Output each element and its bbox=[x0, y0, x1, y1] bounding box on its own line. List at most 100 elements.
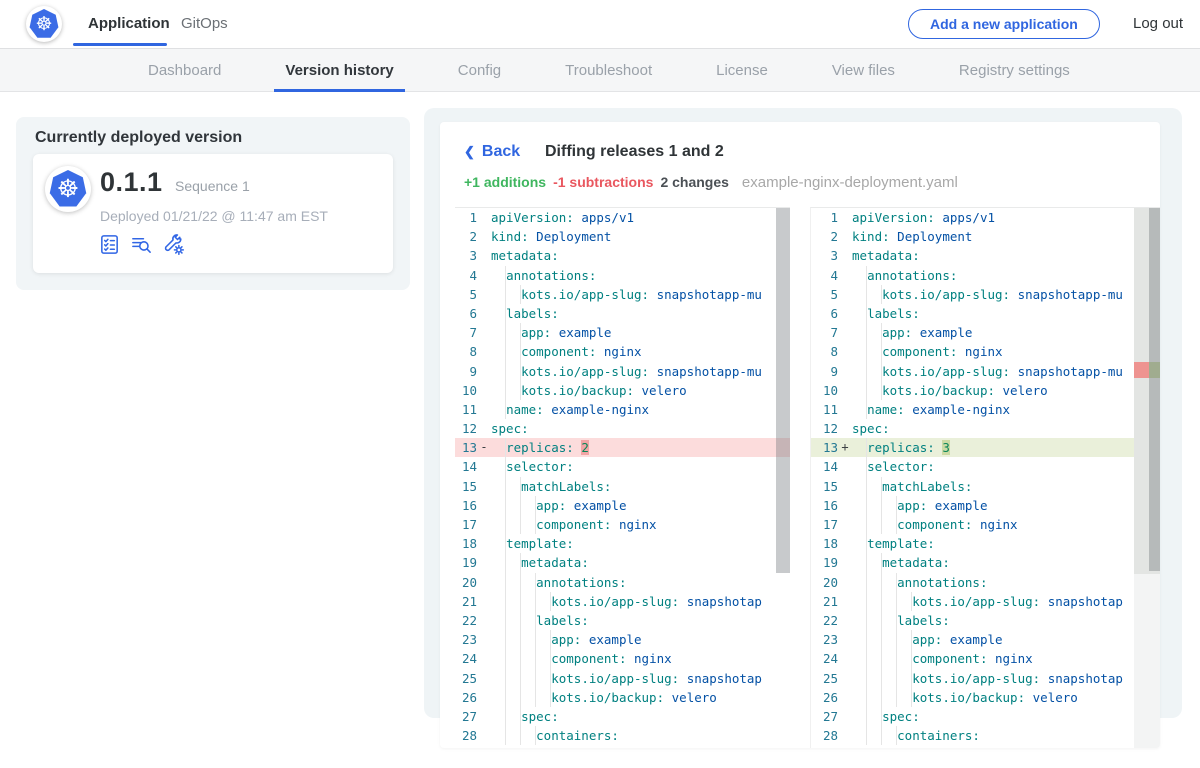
code-line: 25 kots.io/app-slug: snapshotap bbox=[811, 669, 1134, 688]
code-line: 24 component: nginx bbox=[455, 649, 790, 668]
code-line: 22 labels: bbox=[455, 611, 790, 630]
diff-marker bbox=[838, 726, 852, 745]
line-number: 14 bbox=[811, 457, 838, 476]
line-number: 26 bbox=[455, 688, 477, 707]
indent-guide bbox=[505, 496, 506, 515]
indent-guide bbox=[520, 592, 521, 611]
code-line: 21 kots.io/app-slug: snapshotap bbox=[455, 592, 790, 611]
indent-guide bbox=[881, 573, 882, 592]
edit-config-icon[interactable] bbox=[162, 233, 185, 256]
line-number: 18 bbox=[811, 534, 838, 553]
app-subnav: Dashboard Version history Config Trouble… bbox=[0, 48, 1200, 92]
code-text: matchLabels: bbox=[852, 477, 1134, 496]
line-number: 2 bbox=[455, 227, 477, 246]
back-button[interactable]: ❮ Back bbox=[464, 143, 520, 161]
indent-guide bbox=[520, 496, 521, 515]
indent-guide bbox=[535, 688, 536, 707]
code-line: 13+ replicas: 3 bbox=[811, 438, 1134, 457]
code-text: metadata: bbox=[852, 246, 1134, 265]
diff-pane-new[interactable]: 1apiVersion: apps/v12kind: Deployment3me… bbox=[810, 207, 1160, 748]
code-text: spec: bbox=[491, 419, 790, 438]
diff-marker bbox=[477, 362, 491, 381]
code-line: 12spec: bbox=[811, 419, 1134, 438]
code-text: kots.io/app-slug: snapshotap bbox=[491, 669, 790, 688]
code-line: 5 kots.io/app-slug: snapshotapp-mu bbox=[811, 285, 1134, 304]
diff-pane-old[interactable]: 1apiVersion: apps/v12kind: Deployment3me… bbox=[455, 207, 790, 748]
code-text: apiVersion: apps/v1 bbox=[491, 208, 790, 227]
nav-tab-application[interactable]: Application bbox=[88, 0, 170, 48]
nav-tab-gitops[interactable]: GitOps bbox=[181, 0, 228, 48]
indent-guide bbox=[505, 688, 506, 707]
code-line: 18 template: bbox=[455, 534, 790, 553]
line-number: 7 bbox=[811, 323, 838, 342]
subtractions-count: -1 subtractions bbox=[553, 174, 653, 190]
scrollbar-thumb[interactable] bbox=[1149, 208, 1160, 571]
indent-guide bbox=[881, 669, 882, 688]
line-number: 1 bbox=[455, 208, 477, 227]
code-line: 16 app: example bbox=[455, 496, 790, 515]
code-line: 12spec: bbox=[455, 419, 790, 438]
indent-guide bbox=[911, 669, 912, 688]
line-number: 28 bbox=[811, 726, 838, 745]
diff-title: Diffing releases 1 and 2 bbox=[545, 143, 724, 161]
indent-guide bbox=[535, 649, 536, 668]
subnav-tab-view-files[interactable]: View files bbox=[832, 49, 895, 92]
view-logs-icon[interactable] bbox=[130, 233, 153, 256]
subnav-tab-troubleshoot[interactable]: Troubleshoot bbox=[565, 49, 652, 92]
diff-marker bbox=[838, 669, 852, 688]
version-label: 0.1.1 bbox=[100, 167, 163, 198]
diff-marker bbox=[838, 266, 852, 285]
indent-guide bbox=[535, 630, 536, 649]
add-application-button[interactable]: Add a new application bbox=[908, 9, 1100, 39]
code-text: labels: bbox=[491, 304, 790, 323]
code-text: annotations: bbox=[491, 266, 790, 285]
subnav-tab-version-history[interactable]: Version history bbox=[285, 49, 393, 92]
indent-guide bbox=[505, 573, 506, 592]
subnav-tab-dashboard[interactable]: Dashboard bbox=[148, 49, 221, 92]
code-line: 17 component: nginx bbox=[811, 515, 1134, 534]
code-line: 5 kots.io/app-slug: snapshotapp-mu bbox=[455, 285, 790, 304]
code-text: labels: bbox=[491, 611, 790, 630]
subnav-tab-license[interactable]: License bbox=[716, 49, 768, 92]
diff-marker bbox=[838, 246, 852, 265]
subnav-tab-registry-settings[interactable]: Registry settings bbox=[959, 49, 1070, 92]
indent-guide bbox=[520, 477, 521, 496]
indent-guide bbox=[881, 323, 882, 342]
indent-guide bbox=[520, 630, 521, 649]
line-number: 5 bbox=[455, 285, 477, 304]
kubernetes-logo: ☸ bbox=[26, 6, 62, 42]
line-number: 4 bbox=[455, 266, 477, 285]
code-text: component: nginx bbox=[852, 649, 1134, 668]
code-line: 20 annotations: bbox=[455, 573, 790, 592]
code-line: 20 annotations: bbox=[811, 573, 1134, 592]
indent-guide bbox=[505, 515, 506, 534]
subnav-tab-config[interactable]: Config bbox=[458, 49, 501, 92]
diff-panel: ❮ Back Diffing releases 1 and 2 +1 addit… bbox=[440, 122, 1160, 748]
code-line: 16 app: example bbox=[811, 496, 1134, 515]
code-text: kots.io/backup: velero bbox=[852, 688, 1134, 707]
line-number: 10 bbox=[455, 381, 477, 400]
indent-guide bbox=[866, 342, 867, 361]
indent-guide bbox=[866, 515, 867, 534]
code-text: containers: bbox=[491, 726, 790, 745]
release-notes-icon[interactable] bbox=[98, 233, 121, 256]
indent-guide bbox=[881, 611, 882, 630]
indent-guide bbox=[505, 611, 506, 630]
line-number: 21 bbox=[455, 592, 477, 611]
indent-guide bbox=[535, 669, 536, 688]
indent-guide bbox=[866, 266, 867, 285]
line-number: 17 bbox=[455, 515, 477, 534]
scrollbar-thumb[interactable] bbox=[776, 208, 790, 573]
code-rows-old: 1apiVersion: apps/v12kind: Deployment3me… bbox=[455, 208, 790, 748]
diff-marker bbox=[477, 630, 491, 649]
indent-guide bbox=[535, 592, 536, 611]
indent-guide bbox=[866, 323, 867, 342]
logout-button[interactable]: Log out bbox=[1133, 0, 1183, 48]
line-number: 20 bbox=[455, 573, 477, 592]
diff-marker bbox=[477, 285, 491, 304]
indent-guide bbox=[881, 342, 882, 361]
code-text: template: bbox=[491, 534, 790, 553]
indent-guide bbox=[896, 726, 897, 745]
indent-guide bbox=[520, 707, 521, 726]
indent-guide bbox=[866, 649, 867, 668]
